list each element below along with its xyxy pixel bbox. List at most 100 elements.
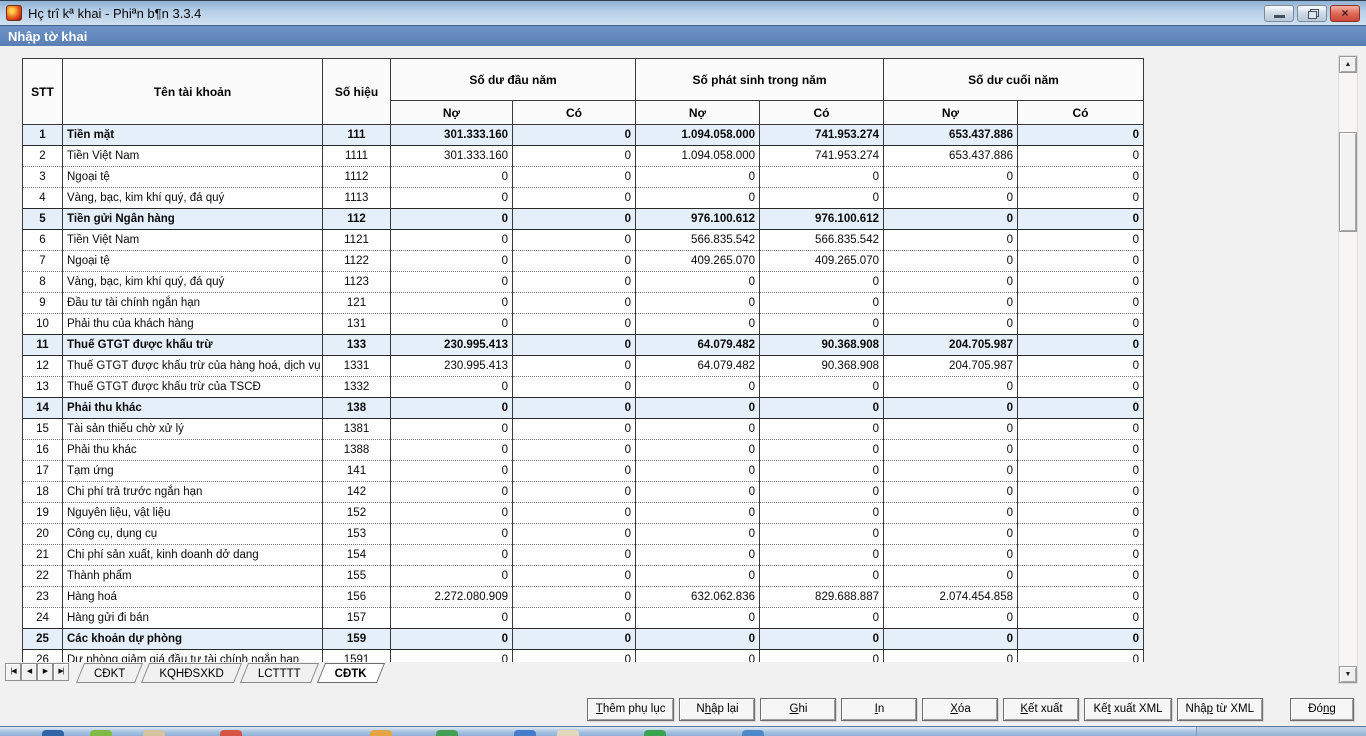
value-cell[interactable]: 0: [760, 608, 884, 629]
value-cell[interactable]: 0: [636, 629, 760, 650]
value-cell[interactable]: 0: [884, 461, 1018, 482]
value-cell[interactable]: 0: [760, 482, 884, 503]
account-code-cell[interactable]: 131: [323, 314, 391, 335]
taskbar-tray[interactable]: [1196, 726, 1366, 736]
account-name-cell[interactable]: Hàng hoá: [63, 587, 323, 608]
value-cell[interactable]: 0: [884, 419, 1018, 440]
value-cell[interactable]: 741.953.274: [760, 125, 884, 146]
value-cell[interactable]: 0: [391, 167, 513, 188]
taskbar-app-icon[interactable]: [644, 730, 666, 736]
value-cell[interactable]: 0: [884, 545, 1018, 566]
value-cell[interactable]: 0: [513, 230, 636, 251]
account-name-cell[interactable]: Đầu tư tài chính ngắn hạn: [63, 293, 323, 314]
value-cell[interactable]: 0: [1018, 461, 1144, 482]
account-name-cell[interactable]: Thành phẩm: [63, 566, 323, 587]
row-stt[interactable]: 15: [23, 419, 63, 440]
account-code-cell[interactable]: 154: [323, 545, 391, 566]
table-row[interactable]: 6Tiền Việt Nam112100566.835.542566.835.5…: [23, 230, 1144, 251]
value-cell[interactable]: 0: [1018, 650, 1144, 663]
value-cell[interactable]: 0: [1018, 524, 1144, 545]
value-cell[interactable]: 0: [513, 146, 636, 167]
account-name-cell[interactable]: Chi phí trả trước ngắn hạn: [63, 482, 323, 503]
value-cell[interactable]: 0: [513, 356, 636, 377]
value-cell[interactable]: 0: [760, 503, 884, 524]
value-cell[interactable]: 0: [513, 377, 636, 398]
account-name-cell[interactable]: Vàng, bạc, kim khí quý, đá quý: [63, 272, 323, 293]
value-cell[interactable]: 0: [513, 209, 636, 230]
account-code-cell[interactable]: 1591: [323, 650, 391, 663]
value-cell[interactable]: 0: [391, 545, 513, 566]
account-name-cell[interactable]: Tiền Việt Nam: [63, 230, 323, 251]
scrollbar-thumb[interactable]: [1339, 132, 1357, 232]
value-cell[interactable]: 0: [1018, 482, 1144, 503]
taskbar[interactable]: [0, 726, 1366, 736]
value-cell[interactable]: 0: [513, 524, 636, 545]
value-cell[interactable]: 0: [760, 524, 884, 545]
value-cell[interactable]: 0: [391, 524, 513, 545]
value-cell[interactable]: 0: [760, 545, 884, 566]
value-cell[interactable]: 0: [391, 419, 513, 440]
value-cell[interactable]: 0: [884, 629, 1018, 650]
value-cell[interactable]: 90.368.908: [760, 335, 884, 356]
row-stt[interactable]: 20: [23, 524, 63, 545]
value-cell[interactable]: 0: [884, 167, 1018, 188]
value-cell[interactable]: 0: [760, 461, 884, 482]
table-row[interactable]: 14Phải thu khác138000000: [23, 398, 1144, 419]
sheet-tab-cđkt[interactable]: CĐKT: [80, 663, 139, 683]
value-cell[interactable]: 0: [884, 230, 1018, 251]
import-xml-button[interactable]: Nhập từ XML: [1177, 698, 1263, 721]
value-cell[interactable]: 0: [1018, 209, 1144, 230]
value-cell[interactable]: 0: [760, 650, 884, 663]
value-cell[interactable]: 0: [513, 167, 636, 188]
close-button[interactable]: ×: [1330, 5, 1360, 22]
account-code-cell[interactable]: 1112: [323, 167, 391, 188]
account-code-cell[interactable]: 121: [323, 293, 391, 314]
first-sheet-icon[interactable]: |◀: [5, 663, 21, 681]
prev-sheet-icon[interactable]: ◀: [21, 663, 37, 681]
value-cell[interactable]: 0: [1018, 293, 1144, 314]
next-sheet-icon[interactable]: ▶: [37, 663, 53, 681]
account-name-cell[interactable]: Tiền gửi Ngân hàng: [63, 209, 323, 230]
value-cell[interactable]: 0: [391, 209, 513, 230]
value-cell[interactable]: 0: [513, 461, 636, 482]
account-name-cell[interactable]: Chi phí sản xuất, kinh doanh dở dang: [63, 545, 323, 566]
row-stt[interactable]: 6: [23, 230, 63, 251]
account-code-cell[interactable]: 1122: [323, 251, 391, 272]
close-button[interactable]: Đóng: [1290, 698, 1354, 721]
last-sheet-icon[interactable]: ▶|: [53, 663, 69, 681]
row-stt[interactable]: 23: [23, 587, 63, 608]
value-cell[interactable]: 0: [513, 419, 636, 440]
sheet-tab-kqhđsxkd[interactable]: KQHĐSXKD: [145, 663, 238, 683]
value-cell[interactable]: 0: [513, 545, 636, 566]
value-cell[interactable]: 0: [391, 272, 513, 293]
account-code-cell[interactable]: 156: [323, 587, 391, 608]
value-cell[interactable]: 0: [760, 167, 884, 188]
value-cell[interactable]: 0: [884, 251, 1018, 272]
value-cell[interactable]: 0: [884, 188, 1018, 209]
taskbar-app-icon[interactable]: [370, 730, 392, 736]
scroll-up-icon[interactable]: ▲: [1339, 56, 1357, 73]
account-name-cell[interactable]: Phải thu khác: [63, 398, 323, 419]
value-cell[interactable]: 0: [513, 587, 636, 608]
delete-button[interactable]: Xóa: [922, 698, 998, 721]
row-stt[interactable]: 3: [23, 167, 63, 188]
table-row[interactable]: 18Chi phí trả trước ngắn hạn142000000: [23, 482, 1144, 503]
value-cell[interactable]: 0: [1018, 503, 1144, 524]
value-cell[interactable]: 0: [636, 440, 760, 461]
account-code-cell[interactable]: 1381: [323, 419, 391, 440]
table-row[interactable]: 16Phải thu khác1388000000: [23, 440, 1144, 461]
account-name-cell[interactable]: Tiền Việt Nam: [63, 146, 323, 167]
value-cell[interactable]: 0: [636, 377, 760, 398]
account-name-cell[interactable]: Hàng gửi đi bán: [63, 608, 323, 629]
value-cell[interactable]: 0: [1018, 398, 1144, 419]
value-cell[interactable]: 0: [636, 545, 760, 566]
row-stt[interactable]: 18: [23, 482, 63, 503]
value-cell[interactable]: 0: [1018, 608, 1144, 629]
value-cell[interactable]: 0: [1018, 545, 1144, 566]
re-enter-button[interactable]: Nhập lại: [679, 698, 755, 721]
taskbar-app-icon[interactable]: [42, 730, 64, 736]
value-cell[interactable]: 230.995.413: [391, 335, 513, 356]
table-row[interactable]: 8Vàng, bạc, kim khí quý, đá quý112300000…: [23, 272, 1144, 293]
value-cell[interactable]: 0: [391, 608, 513, 629]
table-row[interactable]: 1Tiền mặt111301.333.16001.094.058.000741…: [23, 125, 1144, 146]
